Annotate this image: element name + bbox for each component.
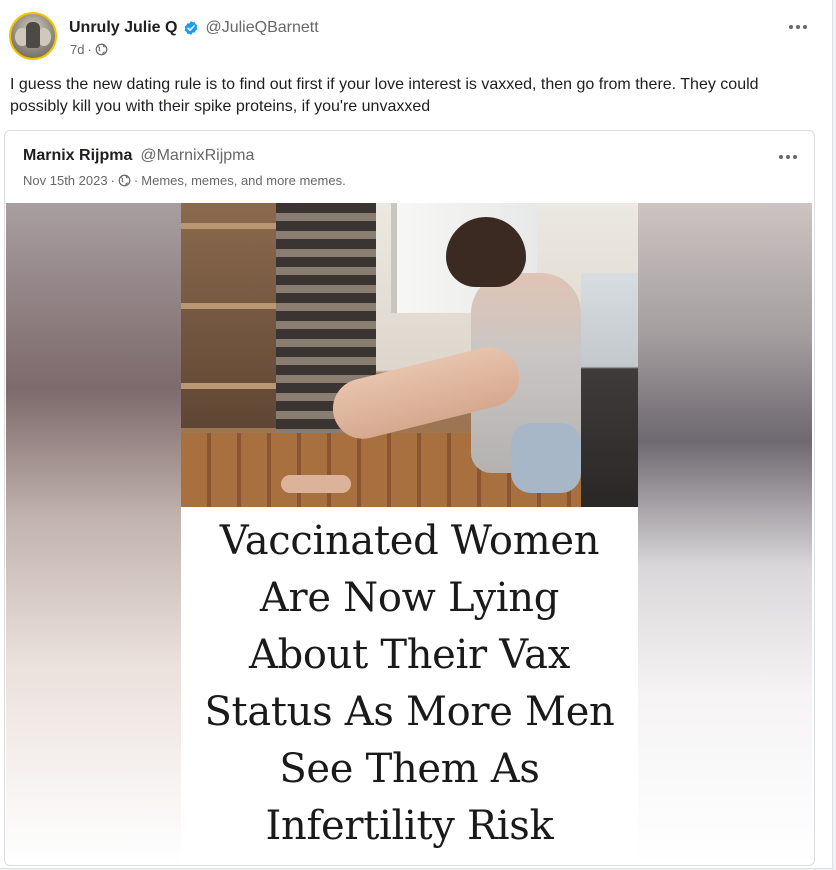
meta-separator: · — [87, 42, 92, 57]
meme-headline-line: Vaccinated Women — [219, 518, 600, 564]
author-avatar[interactable] — [9, 12, 57, 60]
author-name[interactable]: Unruly Julie Q — [69, 19, 177, 37]
globe-icon — [95, 43, 108, 56]
meme-headline-line: About Their Vax — [249, 632, 570, 678]
author-line: Unruly Julie Q @JulieQBarnett — [69, 17, 319, 39]
image-blur-background-right — [636, 203, 812, 864]
quoted-post-date[interactable]: Nov 15th 2023 — [23, 173, 108, 188]
meta-separator: · — [110, 173, 115, 188]
globe-icon — [118, 174, 131, 187]
quoted-author-name[interactable]: Marnix Rijpma — [23, 147, 132, 165]
more-options-icon[interactable] — [786, 17, 810, 37]
quoted-post-meta: Nov 15th 2023 · · Memes, memes, and more… — [23, 173, 346, 188]
meme-photo — [181, 203, 638, 507]
avatar-figure — [26, 22, 40, 48]
meta-separator: · — [133, 173, 139, 188]
quoted-post[interactable]: Marnix Rijpma @MarnixRijpma Nov 15th 202… — [4, 130, 815, 866]
meme-headline-line: See Them As — [279, 746, 540, 792]
photo-hair — [446, 217, 526, 287]
photo-bed — [581, 273, 638, 507]
meme-headline-line: Status As More Men — [204, 689, 615, 735]
quoted-post-group[interactable]: Memes, memes, and more memes. — [141, 173, 345, 188]
meme-image[interactable]: Vaccinated Women Are Now Lying About The… — [6, 203, 812, 864]
meme-headline: Vaccinated Women Are Now Lying About The… — [181, 507, 638, 864]
quoted-author-handle[interactable]: @MarnixRijpma — [140, 147, 254, 165]
post-time[interactable]: 7d — [70, 42, 84, 57]
verified-badge-icon — [185, 21, 198, 35]
quoted-more-options-icon[interactable] — [776, 147, 800, 167]
meme-headline-line: Infertility Risk — [265, 803, 554, 849]
meme-headline-line: Are Now Lying — [259, 575, 560, 621]
quoted-author-line: Marnix Rijpma @MarnixRijpma — [23, 147, 254, 165]
photo-shorts — [511, 423, 581, 493]
photo-feet — [281, 475, 351, 493]
post-meta: 7d · — [70, 42, 108, 57]
post-text: I guess the new dating rule is to find o… — [10, 76, 759, 115]
image-blur-background-left — [6, 203, 182, 864]
post-card: Unruly Julie Q @JulieQBarnett 7d · I gue… — [0, 0, 833, 869]
author-handle[interactable]: @JulieQBarnett — [205, 19, 318, 37]
